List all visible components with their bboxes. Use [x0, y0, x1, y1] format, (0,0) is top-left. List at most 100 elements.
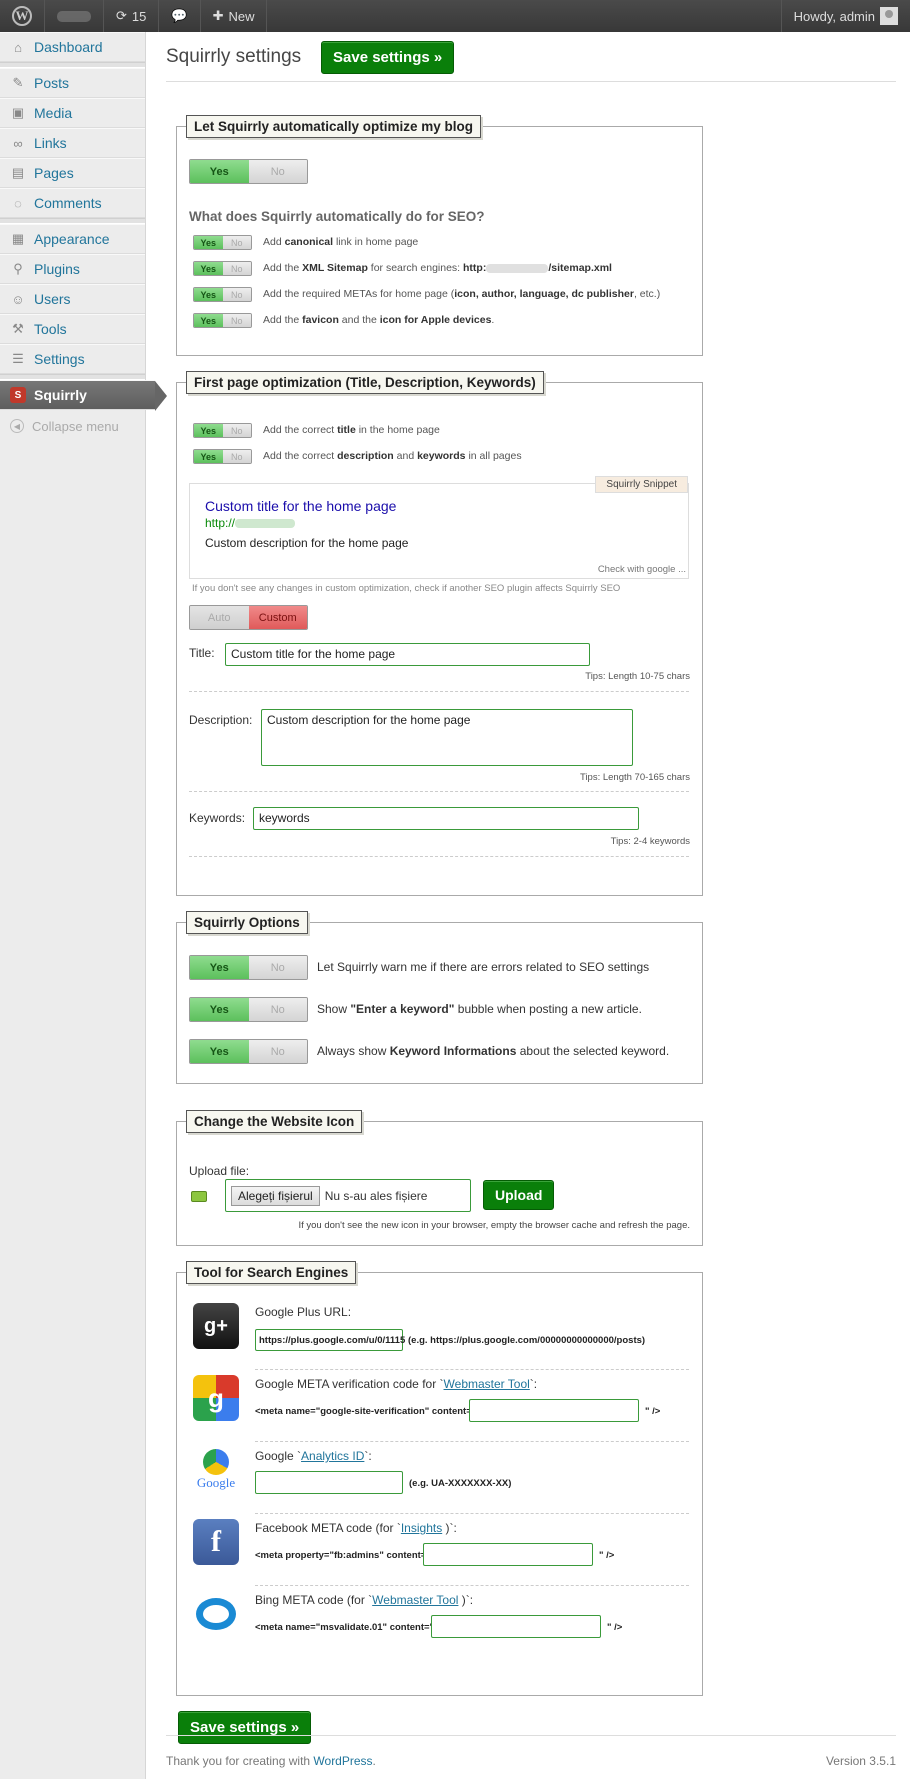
sidebar-item-plugins[interactable]: ⚲ Plugins: [0, 254, 145, 284]
divider: [255, 1585, 689, 1586]
metas-description: Add the required METAs for home page (ic…: [263, 288, 661, 300]
sidebar-item-label: Tools: [34, 321, 67, 337]
sidebar-item-pages[interactable]: ▤ Pages: [0, 158, 145, 188]
sidebar-item-users[interactable]: ☺ Users: [0, 284, 145, 314]
camera-icon: [191, 1191, 207, 1202]
sidebar-item-label: Media: [34, 105, 73, 121]
title-toggle[interactable]: Yes No: [193, 423, 252, 438]
dashboard-icon: ⌂: [14, 39, 22, 55]
collapse-menu-button[interactable]: ◀ Collapse menu: [0, 410, 145, 442]
sidebar-item-label: Posts: [34, 75, 70, 91]
keyword-info-description: Always show Keyword Informations about t…: [317, 1044, 670, 1058]
metas-toggle[interactable]: Yes No: [193, 287, 252, 302]
keywords-input[interactable]: keywords: [253, 807, 639, 830]
plus-icon: ✚: [212, 8, 224, 23]
no-file-label: Nu s-au ales fișiere: [324, 1188, 428, 1203]
divider: [189, 691, 689, 692]
footer-version: Version 3.5.1: [825, 1753, 896, 1768]
save-settings-button-top[interactable]: Save settings »: [321, 41, 455, 74]
section-legend: Tool for Search Engines: [186, 1261, 357, 1284]
toggle-yes: Yes: [194, 236, 223, 249]
facebook-admins-input[interactable]: [423, 1543, 593, 1566]
wordpress-link[interactable]: WordPress: [313, 1754, 372, 1768]
choose-file-button[interactable]: Alegeți fișierul: [231, 1185, 320, 1206]
auto-optimize-toggle[interactable]: Yes No: [189, 159, 308, 184]
pin-icon: ✎: [12, 75, 24, 90]
toggle-yes: Yes: [194, 450, 223, 463]
new-content-button[interactable]: ✚ New: [201, 0, 268, 32]
canonical-toggle[interactable]: Yes No: [193, 235, 252, 250]
keyword-info-toggle[interactable]: Yes No: [189, 1039, 308, 1064]
file-input[interactable]: Alegeți fișierul Nu s-au ales fișiere: [225, 1179, 471, 1212]
main-content: Squirrly settings Save settings » Let Sq…: [166, 32, 896, 1744]
seo-warnings-toggle[interactable]: Yes No: [189, 955, 308, 980]
google-analytics-icon: Google: [193, 1447, 239, 1493]
insights-link[interactable]: Insights: [401, 1521, 442, 1535]
description-textarea[interactable]: Custom description for the home page: [261, 709, 633, 766]
description-tips: Tips: Length 70-165 chars: [579, 772, 690, 783]
toggle-custom: Custom: [248, 606, 307, 629]
facebook-meta-label: Facebook META code (for `Insights )`:: [255, 1521, 457, 1535]
google-logotype: Google: [196, 1475, 236, 1490]
bing-validate-input[interactable]: [431, 1615, 601, 1638]
sidebar-item-comments[interactable]: ◌ Comments: [0, 188, 145, 218]
check-with-google-link[interactable]: Check with google ...: [598, 564, 686, 575]
upload-button[interactable]: Upload: [483, 1180, 555, 1210]
webmaster-tool-link[interactable]: Webmaster Tool: [444, 1377, 530, 1391]
sidebar-item-squirrly[interactable]: S Squirrly: [0, 380, 167, 411]
sidebar-item-links[interactable]: ∞ Links: [0, 128, 145, 158]
upload-file-label: Upload file:: [189, 1164, 250, 1178]
sidebar-item-posts[interactable]: ✎ Posts: [0, 68, 145, 98]
google-plus-input[interactable]: https://plus.google.com/u/0/1115: [255, 1329, 405, 1351]
new-label: New: [228, 8, 255, 24]
divider: [255, 1441, 689, 1442]
wordpress-logo-button[interactable]: W: [0, 0, 45, 32]
keyword-bubble-toggle[interactable]: Yes No: [189, 997, 308, 1022]
bing-icon: [193, 1591, 239, 1637]
toggle-no: No: [248, 160, 307, 183]
sitemap-toggle[interactable]: Yes No: [193, 261, 252, 276]
analytics-pie-icon: [203, 1449, 229, 1475]
divider: [255, 1369, 689, 1370]
admin-sidebar: ⌂ Dashboard ✎ Posts ▣ Media ∞ Links ▤ Pages ◌…: [0, 32, 167, 1779]
snippet-url: http://: [205, 516, 296, 530]
facebook-meta-code: <meta property="fb:admins" content=": [255, 1550, 431, 1561]
google-verification-input[interactable]: [469, 1399, 639, 1422]
sitemap-description: Add the XML Sitemap for search engines: …: [263, 262, 612, 274]
appearance-icon: ▦: [11, 231, 25, 246]
sidebar-item-tools[interactable]: ⚒ Tools: [0, 314, 145, 344]
collapse-menu-label: Collapse menu: [32, 418, 119, 434]
collapse-arrow-icon: ◀: [10, 419, 24, 433]
bing-meta-close: " />: [607, 1622, 623, 1633]
section-legend: Let Squirrly automatically optimize my b…: [186, 115, 482, 138]
analytics-id-link[interactable]: Analytics ID: [301, 1449, 364, 1463]
description-keywords-toggle[interactable]: Yes No: [193, 449, 252, 464]
seo-plugin-note: If you don't see any changes in custom o…: [192, 583, 621, 594]
icon-cache-note: If you don't see the new icon in your br…: [298, 1220, 690, 1231]
toggle-no: No: [222, 314, 251, 327]
squirrly-options-section: Squirrly Options Yes No Let Squirrly warn…: [176, 911, 703, 1084]
my-account-button[interactable]: Howdy, admin: [780, 0, 910, 32]
facebook-icon: f: [193, 1519, 239, 1565]
comments-button[interactable]: 💬: [159, 0, 201, 32]
sidebar-item-label: Users: [34, 291, 71, 307]
analytics-id-input[interactable]: [255, 1471, 403, 1494]
toggle-yes: Yes: [194, 314, 223, 327]
toggle-yes: Yes: [190, 998, 249, 1021]
updates-button[interactable]: ⟳ 15: [104, 0, 160, 32]
title-tips: Tips: Length 10-75 chars: [585, 671, 690, 682]
auto-custom-toggle[interactable]: Auto Custom: [189, 605, 308, 630]
sidebar-item-dashboard[interactable]: ⌂ Dashboard: [0, 32, 145, 62]
snippet-tag: Squirrly Snippet: [595, 476, 688, 493]
bing-webmaster-tool-link[interactable]: Webmaster Tool: [372, 1593, 458, 1607]
sidebar-item-settings[interactable]: ☰ Settings: [0, 344, 145, 374]
updates-count: 15: [131, 8, 147, 24]
title-description: Add the correct title in the home page: [263, 424, 440, 436]
site-name-button[interactable]: [45, 0, 104, 32]
title-input[interactable]: Custom title for the home page: [225, 643, 590, 666]
bing-ring-icon: [196, 1598, 236, 1630]
sidebar-item-appearance[interactable]: ▦ Appearance: [0, 224, 145, 254]
favicon-toggle[interactable]: Yes No: [193, 313, 252, 328]
toggle-no: No: [222, 424, 251, 437]
sidebar-item-media[interactable]: ▣ Media: [0, 98, 145, 128]
